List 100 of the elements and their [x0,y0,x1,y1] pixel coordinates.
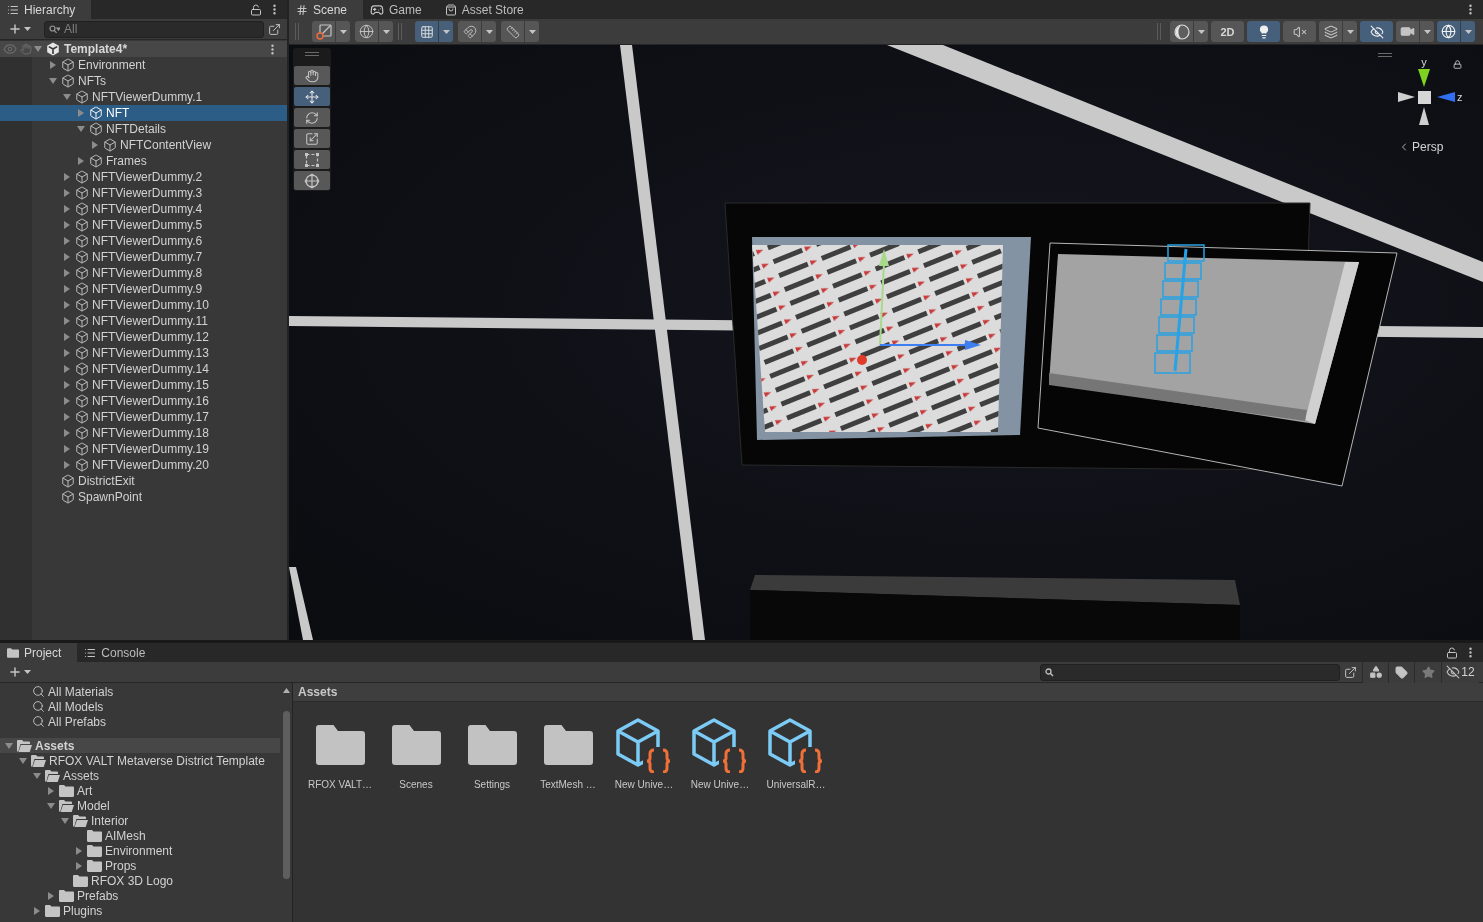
asset-item[interactable]: TextMesh … [530,717,606,790]
unlock-icon[interactable] [1446,646,1458,659]
ruler-button[interactable] [501,21,524,42]
transform-tool-button[interactable] [294,171,330,190]
hierarchy-item[interactable]: Environment [0,57,287,73]
folder-tree-item[interactable]: AIMesh [0,828,280,843]
hierarchy-item[interactable]: NFTViewerDummy.8 [0,265,287,281]
caret-right-icon[interactable] [92,141,98,149]
dropdown-button[interactable] [482,21,496,42]
2d-toggle-button[interactable]: 2D [1211,21,1244,42]
dropdown-button[interactable] [336,21,350,42]
asset-item[interactable]: Scenes [378,717,454,790]
caret-right-icon[interactable] [64,461,70,469]
folder-tree-item[interactable]: Art [0,783,280,798]
caret-down-icon[interactable] [47,802,55,809]
hierarchy-item[interactable]: NFTDetails [0,121,287,137]
caret-right-icon[interactable] [64,253,70,261]
folder-tree-item[interactable]: Prefabs [0,888,280,903]
breadcrumb-label[interactable]: Assets [298,685,338,699]
caret-right-icon[interactable] [64,269,70,277]
caret-down-icon[interactable] [61,817,69,824]
dropdown-button[interactable] [1194,21,1208,42]
hierarchy-item[interactable]: NFTViewerDummy.12 [0,329,287,345]
hierarchy-item[interactable]: NFTViewerDummy.11 [0,313,287,329]
scene-tab[interactable]: Asset Store [437,0,540,19]
hidden-packages-button[interactable]: 12 [1441,661,1479,683]
hierarchy-item[interactable]: NFTContentView [0,137,287,153]
caret-right-icon[interactable] [50,61,56,69]
scene-tab[interactable]: Scene [289,0,364,19]
hierarchy-item[interactable]: NFTViewerDummy.20 [0,457,287,473]
dropdown-button[interactable] [439,21,453,42]
caret-down-icon[interactable] [19,757,27,764]
tool-handle-button[interactable] [312,21,335,42]
folder-tree-item[interactable]: RFOX VALT Metaverse District Template [0,753,280,768]
scene-visibility-button[interactable] [1360,21,1393,42]
effects-button[interactable] [1319,21,1342,42]
caret-right-icon[interactable] [64,301,70,309]
favorites-item[interactable]: All Materials [0,684,280,699]
caret-right-icon[interactable] [48,891,54,900]
rotate-tool-button[interactable] [294,108,330,127]
search-field[interactable] [1040,663,1340,681]
folder-tree-item[interactable]: Assets [0,738,280,753]
hierarchy-item[interactable]: NFTViewerDummy.13 [0,345,287,361]
audio-toggle-button[interactable] [1283,21,1316,42]
label-filter-button[interactable] [1388,661,1414,683]
favorites-item[interactable]: All Models [0,699,280,714]
caret-right-icon[interactable] [64,205,70,213]
caret-right-icon[interactable] [64,221,70,229]
project-tab[interactable]: Console [77,643,162,662]
caret-right-icon[interactable] [64,237,70,245]
caret-down-icon[interactable] [5,742,13,749]
hierarchy-item[interactable]: Frames [0,153,287,169]
folder-tree-item[interactable]: Model [0,798,280,813]
dropdown-button[interactable] [1420,21,1434,42]
caret-down-icon[interactable] [33,772,41,779]
caret-right-icon[interactable] [64,397,70,405]
lock-icon[interactable] [1453,60,1462,69]
caret-right-icon[interactable] [64,173,70,181]
hierarchy-item[interactable]: SpawnPoint [0,489,287,505]
pivot-button[interactable] [355,21,378,42]
hierarchy-item[interactable]: NFTViewerDummy.10 [0,297,287,313]
dropdown-button[interactable] [525,21,539,42]
asset-item[interactable]: New Unive… [682,717,758,790]
caret-right-icon[interactable] [64,445,70,453]
caret-right-icon[interactable] [64,429,70,437]
hierarchy-item[interactable]: NFTViewerDummy.4 [0,201,287,217]
hierarchy-item[interactable]: NFTViewerDummy.6 [0,233,287,249]
caret-right-icon[interactable] [78,109,84,117]
hand-tool-button[interactable] [294,66,330,85]
hierarchy-item[interactable]: DistrictExit [0,473,287,489]
caret-right-icon[interactable] [64,381,70,389]
folder-tree-item[interactable]: Plugins [0,903,280,918]
hierarchy-item[interactable]: NFTViewerDummy.5 [0,217,287,233]
unlock-icon[interactable] [250,3,262,16]
scene-tab[interactable]: Game [363,0,438,19]
dropdown-button[interactable] [379,21,393,42]
scale-tool-button[interactable] [294,129,330,148]
scrollbar-thumb[interactable] [282,711,290,879]
favorites-item[interactable]: All Prefabs [0,714,280,729]
type-filter-button[interactable] [1362,661,1388,683]
lighting-toggle-button[interactable] [1247,21,1280,42]
caret-right-icon[interactable] [64,413,70,421]
caret-right-icon[interactable] [78,157,84,165]
search-field[interactable]: All [44,20,265,38]
hierarchy-item[interactable]: NFTViewerDummy.2 [0,169,287,185]
hierarchy-item[interactable]: NFTViewerDummy.7 [0,249,287,265]
folder-tree-item[interactable]: Props [0,858,280,873]
shading-mode-button[interactable] [1170,21,1193,42]
scene-item[interactable]: Template4* [0,41,287,57]
asset-item[interactable]: RFOX VALT… [302,717,378,790]
caret-down-icon[interactable] [34,46,42,52]
caret-right-icon[interactable] [76,846,82,855]
caret-right-icon[interactable] [48,786,54,795]
caret-right-icon[interactable] [64,349,70,357]
caret-right-icon[interactable] [34,906,40,915]
folder-tree-item[interactable]: Interior [0,813,280,828]
caret-right-icon[interactable] [64,189,70,197]
projection-label[interactable]: Persp [1412,140,1444,154]
asset-item[interactable]: New Unive… [606,717,682,790]
caret-down-icon[interactable] [63,94,71,100]
